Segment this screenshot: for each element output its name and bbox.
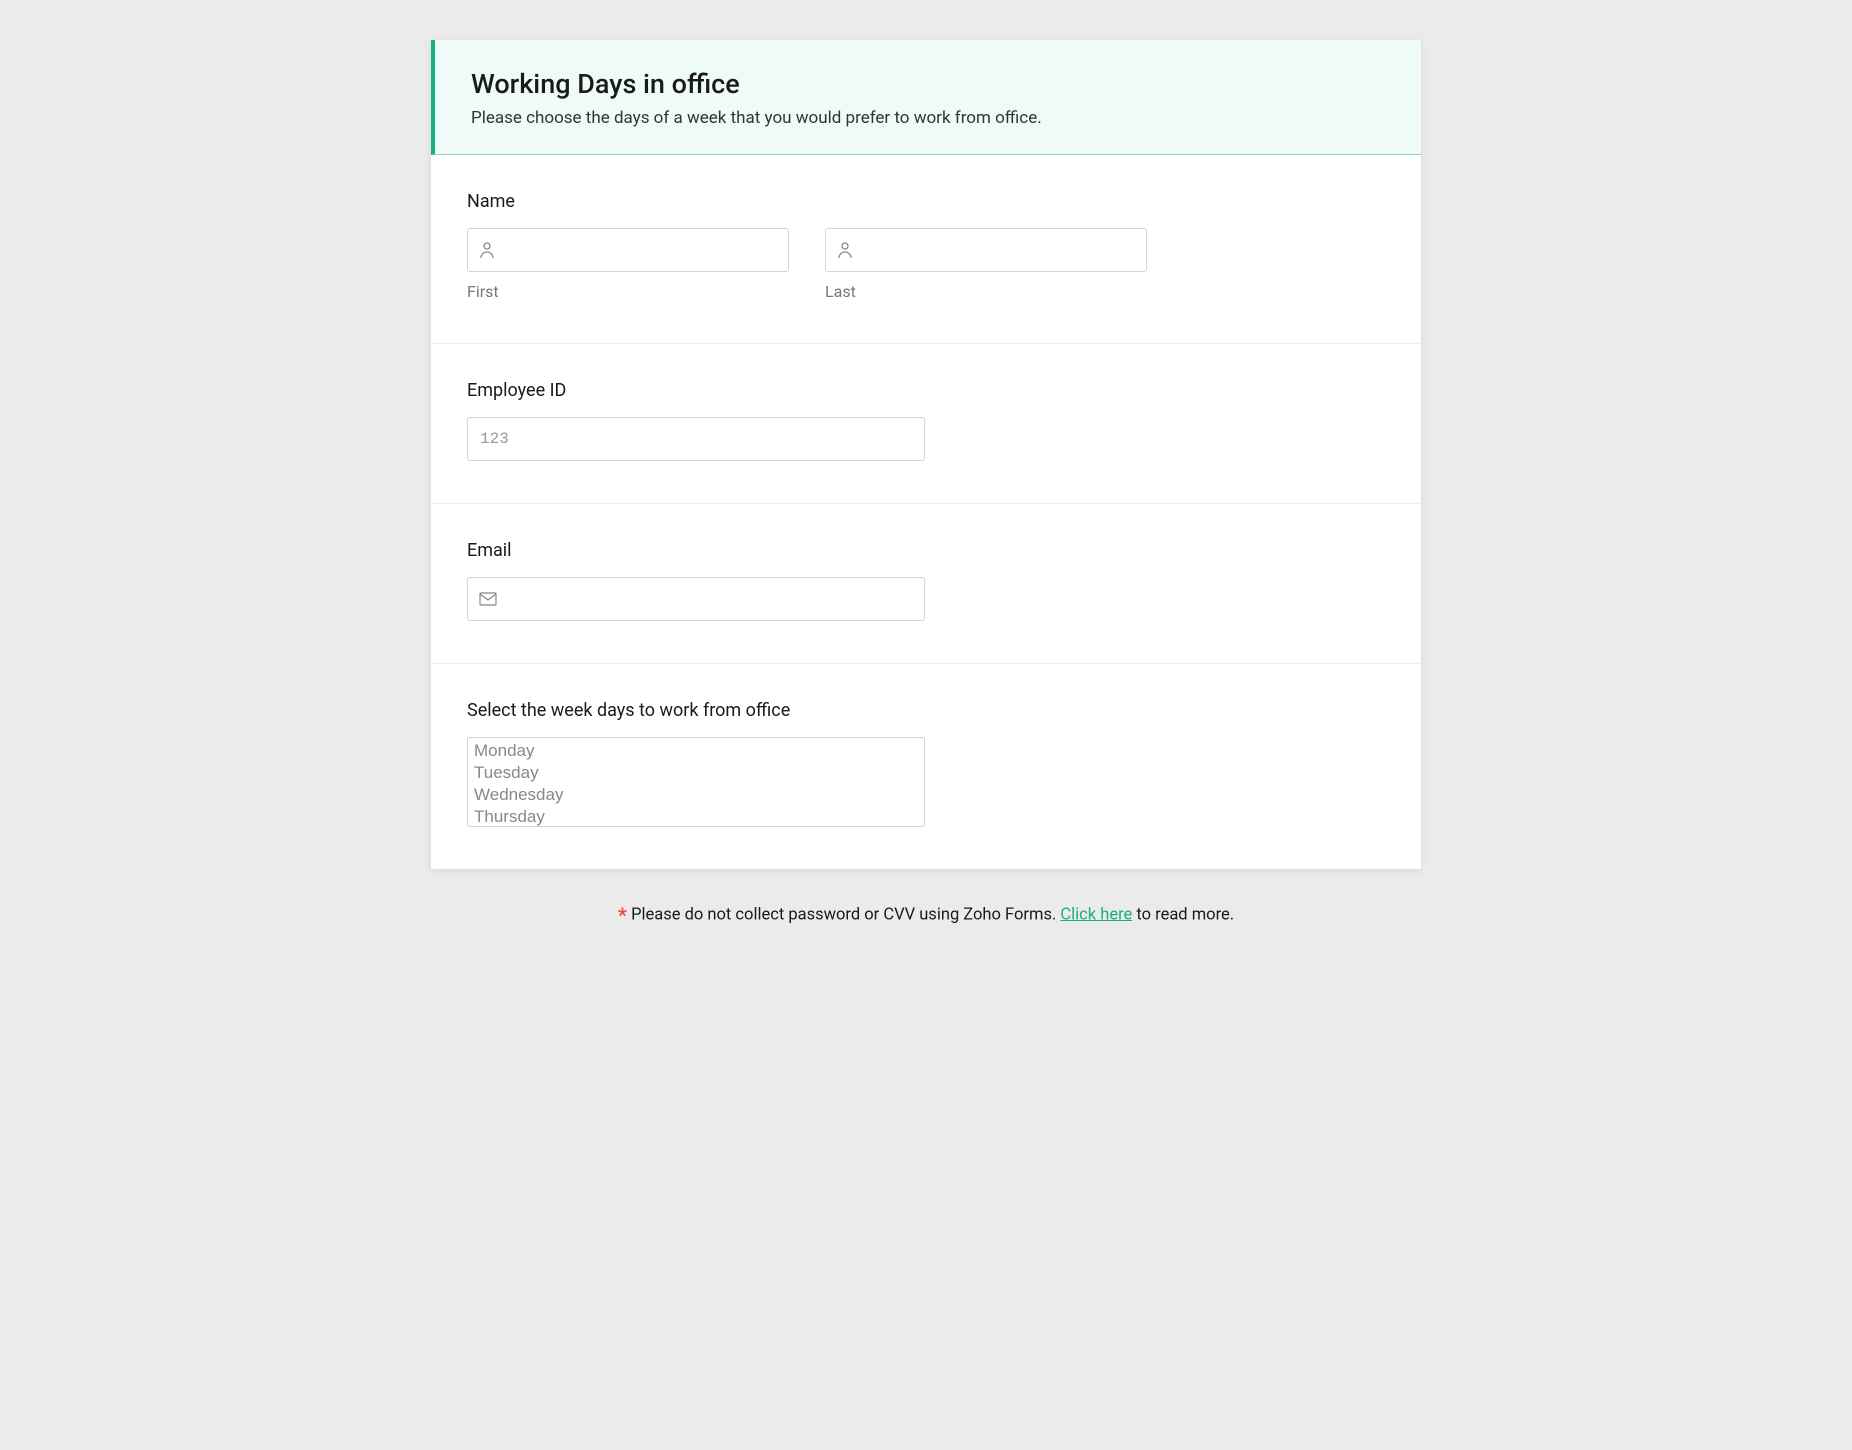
- last-name-col: Last: [825, 228, 1147, 301]
- footer-text-after: to read more.: [1132, 905, 1234, 924]
- first-name-input-wrap: [467, 228, 789, 272]
- employee-id-section: Employee ID: [431, 344, 1421, 504]
- name-section: Name First: [431, 155, 1421, 344]
- click-here-link[interactable]: Click here: [1060, 905, 1132, 924]
- weekdays-section: Select the week days to work from office…: [431, 664, 1421, 869]
- person-icon: [837, 241, 853, 259]
- name-label: Name: [467, 191, 1385, 212]
- person-icon: [479, 241, 495, 259]
- weekdays-select[interactable]: Monday Tuesday Wednesday Thursday: [467, 737, 925, 827]
- first-name-col: First: [467, 228, 789, 301]
- employee-id-label: Employee ID: [467, 380, 1385, 401]
- weekday-option[interactable]: Tuesday: [468, 762, 924, 784]
- email-input[interactable]: [467, 577, 925, 621]
- weekday-option[interactable]: Wednesday: [468, 784, 924, 806]
- weekdays-label: Select the week days to work from office: [467, 700, 1385, 721]
- employee-id-input[interactable]: [467, 417, 925, 461]
- email-section: Email: [431, 504, 1421, 664]
- last-name-input[interactable]: [825, 228, 1147, 272]
- footer-text-before: Please do not collect password or CVV us…: [627, 905, 1060, 924]
- envelope-icon: [479, 592, 497, 606]
- asterisk-icon: *: [618, 903, 627, 927]
- first-name-sublabel: First: [467, 282, 789, 301]
- email-label: Email: [467, 540, 1385, 561]
- form-subtitle: Please choose the days of a week that yo…: [471, 108, 1385, 128]
- last-name-sublabel: Last: [825, 282, 1147, 301]
- email-input-wrap: [467, 577, 925, 621]
- footer-note: * Please do not collect password or CVV …: [431, 903, 1421, 927]
- name-row: First Last: [467, 228, 1385, 301]
- form-container: Working Days in office Please choose the…: [431, 40, 1421, 869]
- weekday-option[interactable]: Monday: [468, 740, 924, 762]
- form-title: Working Days in office: [471, 68, 1385, 100]
- weekday-option[interactable]: Thursday: [468, 806, 924, 827]
- form-header: Working Days in office Please choose the…: [431, 40, 1421, 155]
- last-name-input-wrap: [825, 228, 1147, 272]
- employee-id-input-wrap: [467, 417, 925, 461]
- first-name-input[interactable]: [467, 228, 789, 272]
